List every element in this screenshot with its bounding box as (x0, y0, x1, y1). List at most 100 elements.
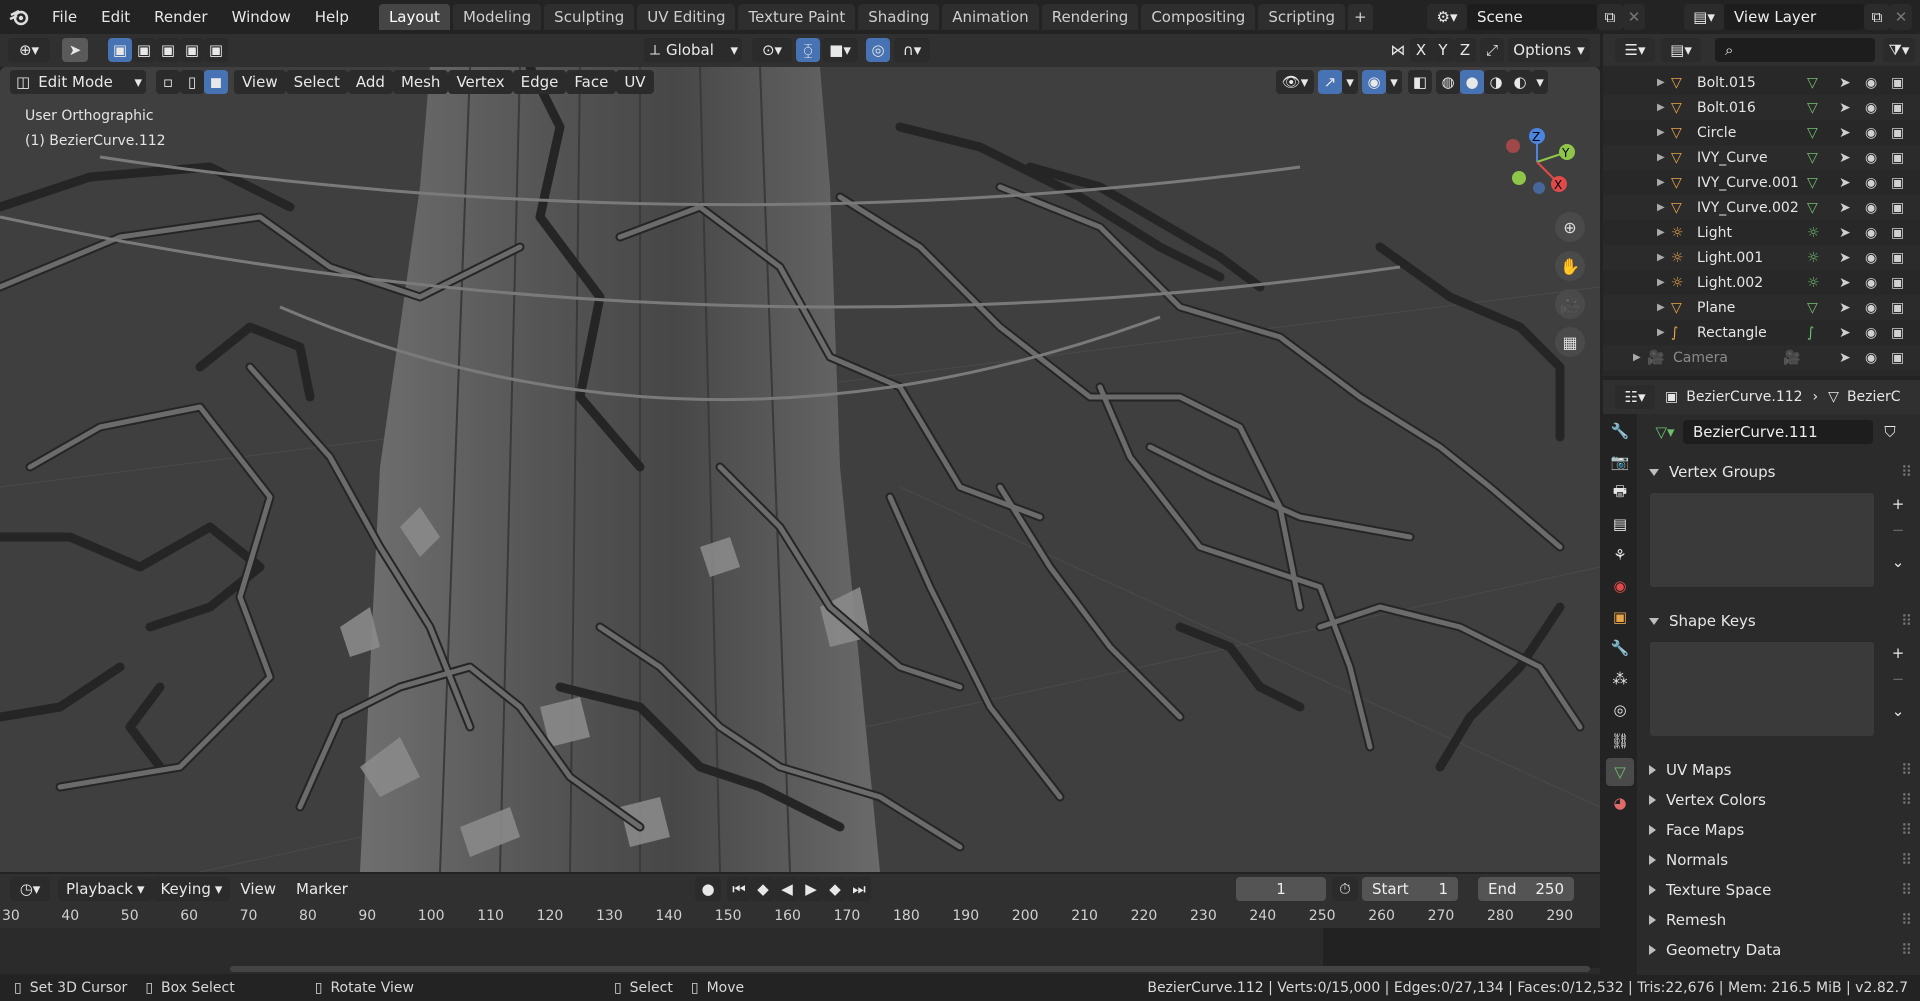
add-icon[interactable]: + (1885, 641, 1911, 665)
expand-arrow-icon[interactable]: ▶ (1657, 177, 1671, 188)
menu-face[interactable]: Face (566, 70, 617, 94)
blender-logo-icon[interactable] (0, 0, 40, 34)
tab-layout[interactable]: Layout (378, 4, 450, 30)
select-toggle-icon[interactable]: ➤ (1839, 275, 1851, 291)
outliner-item-name[interactable]: Bolt.015 (1697, 75, 1807, 91)
material-shading-icon[interactable]: ◑ (1484, 70, 1508, 94)
panel-header[interactable]: Remesh ⠿ (1641, 906, 1920, 934)
select-tool-icon[interactable]: ➤ (62, 38, 88, 62)
outliner-row[interactable]: ▶ ☼ Light ☼ ➤ ◉ ▣ (1603, 220, 1920, 245)
next-keyframe-icon[interactable]: ◆ (823, 877, 847, 901)
eye-icon[interactable]: ◉ (1865, 200, 1877, 216)
eye-icon[interactable]: ◉ (1865, 325, 1877, 341)
render-toggle-icon[interactable]: ▣ (1891, 350, 1904, 366)
render-toggle-icon[interactable]: ▣ (1891, 175, 1904, 191)
physics-tab-icon[interactable]: ◎ (1606, 696, 1634, 724)
outliner-item-name[interactable]: Circle (1697, 125, 1807, 141)
display-mode-icon[interactable]: ▤▾ (1661, 38, 1701, 62)
eye-icon[interactable]: ◉ (1865, 300, 1877, 316)
render-tab-icon[interactable]: 📷 (1606, 448, 1634, 476)
fake-user-icon[interactable]: ⛉ (1877, 420, 1903, 444)
render-toggle-icon[interactable]: ▣ (1891, 100, 1904, 116)
select-new-icon[interactable]: ▣ (108, 38, 132, 62)
eye-icon[interactable]: ◉ (1865, 175, 1877, 191)
panel-header[interactable]: Geometry Data ⠿ (1641, 936, 1920, 964)
render-toggle-icon[interactable]: ▣ (1891, 225, 1904, 241)
specials-menu-icon[interactable]: ⌄ (1885, 550, 1911, 574)
drag-handle-icon[interactable]: ⠿ (1901, 941, 1912, 959)
outliner-editor-icon[interactable]: ☰▾ (1615, 38, 1655, 62)
axis-gizmo[interactable]: Z Y X (1495, 122, 1600, 212)
expand-arrow-icon[interactable]: ▶ (1657, 202, 1671, 213)
auto-merge-icon[interactable]: ⤢ (1480, 38, 1504, 62)
menu-view[interactable]: View (234, 70, 286, 94)
select-extend-icon[interactable]: ▣ (132, 38, 156, 62)
outliner-row[interactable]: ▶ ☼ Light.001 ☼ ➤ ◉ ▣ (1603, 245, 1920, 270)
expand-arrow-icon[interactable]: ▶ (1657, 77, 1671, 88)
tab-compositing[interactable]: Compositing (1141, 4, 1256, 30)
specials-menu-icon[interactable]: ⌄ (1885, 699, 1911, 723)
menu-select[interactable]: Select (285, 70, 348, 94)
tab-texture-paint[interactable]: Texture Paint (738, 4, 856, 30)
outliner-row[interactable]: ▶ ▽ IVY_Curve ▽ ➤ ◉ ▣ (1603, 145, 1920, 170)
panel-header[interactable]: Texture Space ⠿ (1641, 876, 1920, 904)
outliner-item-name[interactable]: Light (1697, 225, 1807, 241)
overlay-toggle-icon[interactable]: ◉ (1362, 70, 1386, 94)
eye-icon[interactable]: ◉ (1865, 75, 1877, 91)
playback-dropdown[interactable]: Playback ▾ (58, 877, 153, 901)
tab-shading[interactable]: Shading (858, 4, 940, 30)
eye-icon[interactable]: ◉ (1865, 100, 1877, 116)
panel-header[interactable]: Vertex Colors ⠿ (1641, 786, 1920, 814)
add-workspace-button[interactable]: + (1348, 4, 1373, 30)
face-select-icon[interactable]: ◼ (204, 70, 228, 94)
menu-help[interactable]: Help (303, 0, 361, 34)
render-toggle-icon[interactable]: ▣ (1891, 125, 1904, 141)
select-toggle-icon[interactable]: ➤ (1839, 225, 1851, 241)
view-layer-name-field[interactable]: View Layer (1724, 4, 1864, 30)
outliner-row[interactable]: ▶ ☼ Light.002 ☼ ➤ ◉ ▣ (1603, 270, 1920, 295)
drag-handle-icon[interactable]: ⠿ (1901, 821, 1912, 839)
stopwatch-icon[interactable]: ⏱ (1332, 877, 1358, 901)
select-invert-icon[interactable]: ▣ (180, 38, 204, 62)
tab-uv-editing[interactable]: UV Editing (637, 4, 736, 30)
menu-uv[interactable]: UV (616, 70, 654, 94)
expand-arrow-icon[interactable]: ▶ (1657, 152, 1671, 163)
output-tab-icon[interactable]: 🖶 (1606, 479, 1634, 507)
xray-toggle-icon[interactable]: ◧ (1408, 70, 1432, 94)
render-toggle-icon[interactable]: ▣ (1891, 75, 1904, 91)
timeline-area[interactable]: 30 40 50 60 70 80 90 100 110 120 130 140 150 160 170 18… (0, 904, 1600, 974)
menu-edit[interactable]: Edit (89, 0, 142, 34)
properties-editor-icon[interactable]: ☷▾ (1615, 385, 1655, 409)
menu-add[interactable]: Add (347, 70, 393, 94)
expand-arrow-icon[interactable]: ▶ (1657, 227, 1671, 238)
snap-toggle-icon[interactable]: ⧲ (796, 38, 820, 62)
gizmo-toggle-icon[interactable]: ↗ (1318, 70, 1342, 94)
timeline-editor-icon[interactable]: ◷▾ (10, 877, 50, 901)
edge-select-icon[interactable]: ▯ (180, 70, 204, 94)
jump-start-icon[interactable]: ⏮ (727, 877, 751, 901)
scene-name-field[interactable]: Scene (1467, 4, 1597, 30)
falloff-icon[interactable]: ∩▾ (894, 38, 930, 62)
data-tab-icon[interactable]: ▽ (1606, 758, 1634, 786)
select-toggle-icon[interactable]: ➤ (1839, 300, 1851, 316)
transform-orientation-dropdown[interactable]: ⟂ Global ▾ (644, 38, 742, 62)
pivot-point-icon[interactable]: ⊙▾ (752, 38, 792, 62)
select-toggle-icon[interactable]: ➤ (1839, 250, 1851, 266)
filter-icon[interactable]: ⧩▾ (1883, 38, 1915, 62)
select-toggle-icon[interactable]: ➤ (1839, 75, 1851, 91)
outliner-row[interactable]: ▶ ▽ IVY_Curve.002 ▽ ➤ ◉ ▣ (1603, 195, 1920, 220)
pan-hand-icon[interactable]: ✋ (1555, 251, 1585, 281)
tab-rendering[interactable]: Rendering (1041, 4, 1139, 30)
timeline-scrollbar[interactable] (230, 966, 1590, 972)
snap-target-icon[interactable]: ■▾ (822, 38, 858, 62)
jump-end-icon[interactable]: ⏭ (847, 877, 871, 901)
eye-icon[interactable]: ◉ (1865, 250, 1877, 266)
rendered-shading-icon[interactable]: ◐ (1508, 70, 1532, 94)
select-subtract-icon[interactable]: ▣ (156, 38, 180, 62)
outliner-item-name[interactable]: IVY_Curve (1697, 150, 1807, 166)
mirror-y-toggle[interactable]: Y (1432, 38, 1454, 62)
mirror-z-toggle[interactable]: Z (1454, 38, 1476, 62)
wireframe-shading-icon[interactable]: ◍ (1436, 70, 1460, 94)
mesh-name-field[interactable]: BezierCurve.111 (1683, 420, 1873, 444)
panel-header[interactable]: Vertex Groups ⠿ (1641, 458, 1920, 486)
